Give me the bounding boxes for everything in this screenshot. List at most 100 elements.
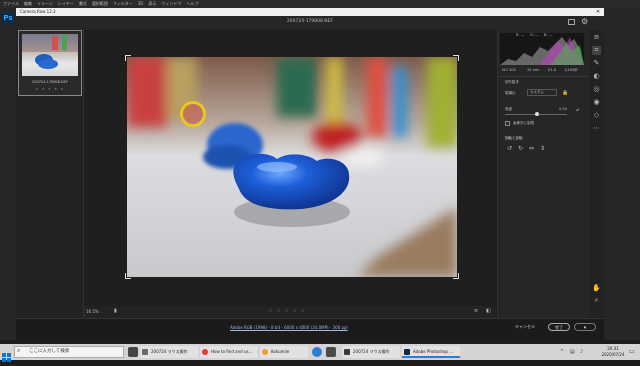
menu-item[interactable]: イメージ: [37, 0, 53, 8]
open-dropdown-button[interactable]: ▾: [574, 323, 596, 331]
aspect-label: 縦横比: [505, 91, 516, 95]
histogram: [500, 33, 584, 65]
crop-tool-icon[interactable]: ⌗: [592, 46, 601, 55]
edit-panel: [497, 30, 589, 318]
app-icon: [344, 349, 350, 355]
taskbar-app[interactable]: Kokumile: [260, 346, 308, 358]
angle-tool-icon[interactable]: ⊿: [575, 107, 579, 113]
done-button[interactable]: 完了: [548, 323, 570, 331]
zoom-tool-icon[interactable]: ⌕: [592, 296, 601, 305]
fullscreen-icon[interactable]: [568, 19, 575, 25]
zoom-level[interactable]: 16.5%: [86, 309, 99, 314]
rating-stars[interactable]: ☆ ☆ ☆ ☆ ☆: [268, 308, 306, 314]
histo-readout-g: G: ---: [530, 33, 539, 37]
before-after-icon[interactable]: ◧: [486, 308, 491, 314]
notification-icon[interactable]: ▭: [629, 348, 635, 355]
clock-date[interactable]: 2020/07/24: [600, 352, 626, 357]
flip-horizontal-icon[interactable]: ⇔: [529, 145, 534, 152]
menu-item[interactable]: 編集: [24, 0, 32, 8]
taskbar-app-label: Kokumile: [271, 349, 290, 354]
taskbar-app-label: 200724 マウス操作: [353, 349, 390, 354]
thumbnail-image: [22, 34, 78, 76]
menu-item[interactable]: 表示: [148, 0, 156, 8]
menu-item[interactable]: フィルター: [113, 0, 133, 8]
network-icon[interactable]: ▤: [570, 349, 575, 355]
dialog-titlebar: Camera Raw 12.3 ✕: [16, 8, 604, 16]
divider: [498, 76, 588, 77]
opera-icon: [202, 349, 208, 355]
cancel-button[interactable]: キャンセル: [506, 323, 544, 331]
ps-right-strip: [600, 8, 640, 340]
aspect-select[interactable]: カスタム: [527, 89, 557, 96]
menu-item[interactable]: ヘルプ: [186, 0, 198, 8]
taskbar-app[interactable]: 200724 マウス操作: [140, 346, 198, 358]
windows-start-icon[interactable]: [2, 347, 11, 362]
mask-icon[interactable]: ◐: [592, 72, 601, 81]
thumbnail-rating[interactable]: ★ ★ ★ ★ ★: [22, 87, 78, 91]
taskbar-app-active[interactable]: Adobe Photoshop ...: [402, 346, 460, 358]
compare-view-icon[interactable]: ≡: [474, 308, 478, 314]
constrain-checkbox[interactable]: [505, 121, 510, 126]
dialog-title: Camera Raw 12.3: [20, 9, 56, 14]
menu-item[interactable]: レイヤー: [58, 0, 74, 8]
meta-shutter: 1/160秒: [564, 68, 578, 72]
edge-icon[interactable]: [312, 347, 322, 357]
constrain-label: 画像内に制限: [513, 121, 534, 125]
lock-icon[interactable]: 🔒: [562, 90, 568, 96]
menu-item[interactable]: 書式: [79, 0, 87, 8]
crop-section-title[interactable]: 切り抜き: [505, 80, 519, 85]
edit-icon[interactable]: ≡: [592, 33, 601, 42]
clock-time[interactable]: 20:31: [600, 346, 626, 351]
photoshop-icon: [404, 349, 410, 355]
healing-brush-icon[interactable]: ✎: [592, 59, 601, 68]
app-icon: [262, 349, 268, 355]
file-name: 200724-179808.NEF: [286, 19, 334, 24]
histo-readout-r: R: ---: [516, 33, 525, 37]
taskbar-app-label: How to find and us...: [211, 349, 253, 354]
presets-icon[interactable]: ◇: [592, 111, 601, 120]
taskbar-app-label: Adobe Photoshop ...: [413, 349, 454, 354]
app-icon: [142, 349, 148, 355]
meta-aperture: f/1.8: [548, 68, 556, 72]
angle-slider-thumb[interactable]: [535, 112, 539, 116]
menu-item[interactable]: 選択範囲: [92, 0, 108, 8]
crop-handle-icon[interactable]: [453, 55, 459, 61]
filmstrip-toggle-icon[interactable]: ▮: [114, 308, 117, 314]
meta-iso: ISO 400: [502, 68, 516, 72]
taskbar-app[interactable]: 200724 マウス操作: [342, 346, 400, 358]
taskbar-search-input[interactable]: ここに入力して検索: [14, 346, 124, 358]
hand-tool-icon[interactable]: ✋: [592, 284, 601, 293]
photoshop-logo-icon: Ps: [2, 12, 14, 24]
flip-vertical-icon[interactable]: ⇕: [540, 145, 545, 152]
red-eye-icon[interactable]: ◉: [592, 98, 601, 107]
angle-label: 角度: [505, 107, 512, 111]
taskbar-app-label: 200724 マウス操作: [151, 349, 188, 354]
taskbar-app[interactable]: How to find and us...: [200, 346, 258, 358]
rotate-left-icon[interactable]: ↺: [507, 145, 512, 152]
radial-filter-icon[interactable]: ◎: [592, 85, 601, 94]
menu-item[interactable]: ファイル: [3, 0, 19, 8]
task-view-icon[interactable]: [128, 347, 138, 357]
thumbnail-filename: 200724-179808.NEF: [32, 80, 68, 84]
settings-gear-icon[interactable]: ⚙: [581, 17, 588, 26]
tray-chevron-icon[interactable]: ^: [560, 349, 564, 355]
close-button[interactable]: ✕: [592, 8, 604, 16]
volume-icon[interactable]: ♪: [580, 349, 583, 355]
meta-focal: 35 mm: [527, 68, 540, 72]
cursor-highlight-icon: [180, 101, 206, 127]
more-icon[interactable]: ⋯: [592, 124, 601, 133]
histo-readout-b: B: ---: [544, 33, 553, 37]
crop-handle-icon[interactable]: [453, 273, 459, 279]
search-icon: ⌕: [17, 347, 21, 354]
app-icon[interactable]: [326, 347, 336, 357]
angle-value[interactable]: 0.00: [559, 107, 567, 111]
rotate-right-icon[interactable]: ↻: [518, 145, 523, 152]
menu-item[interactable]: ウィンドウ: [161, 0, 181, 8]
crop-handle-icon[interactable]: [125, 55, 131, 61]
workflow-options-link[interactable]: Adobe RGB (1998) - 8 bit - 6000 x 4000 (…: [230, 325, 348, 330]
crop-handle-icon[interactable]: [125, 273, 131, 279]
ps-left-strip: [0, 8, 16, 340]
ps-menubar: ファイル 編集 イメージ レイヤー 書式 選択範囲 フィルター 3D 表示 ウィ…: [0, 0, 640, 8]
photo-preview[interactable]: [127, 57, 457, 277]
menu-item[interactable]: 3D: [138, 0, 144, 8]
